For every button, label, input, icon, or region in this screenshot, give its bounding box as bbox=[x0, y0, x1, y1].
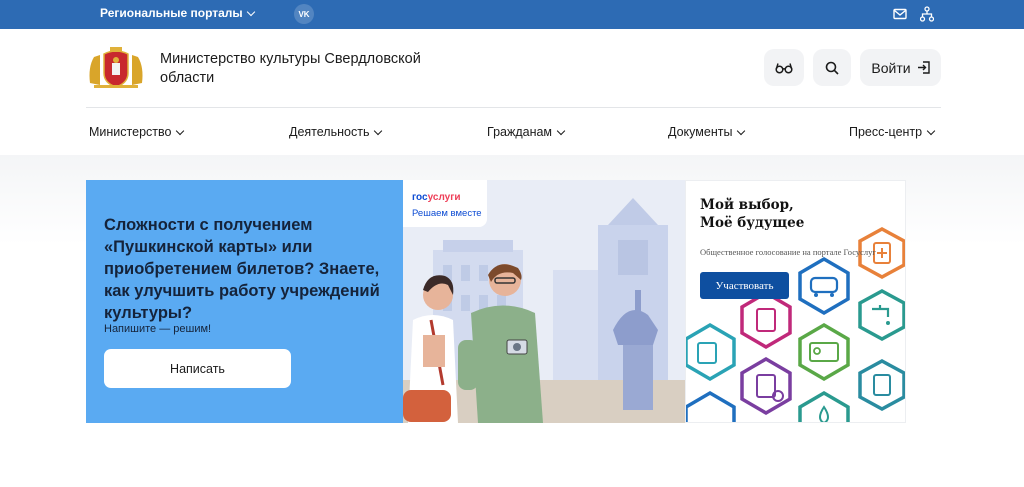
login-icon bbox=[917, 61, 930, 74]
nav-documents[interactable]: Документы bbox=[668, 125, 746, 139]
nav-ministry[interactable]: Министерство bbox=[89, 125, 185, 139]
search-button[interactable] bbox=[813, 49, 851, 86]
regional-portals-label: Региональные порталы bbox=[100, 6, 243, 20]
brand-part2: услуги bbox=[427, 192, 461, 203]
glasses-icon bbox=[775, 62, 793, 74]
nav-label: Документы bbox=[668, 125, 733, 139]
nav-label: Гражданам bbox=[487, 125, 553, 139]
vote-banner: Мой выбор, Моё будущее Общественное голо… bbox=[685, 180, 906, 423]
chevron-down-icon bbox=[737, 126, 746, 135]
login-label: Войти bbox=[871, 59, 911, 76]
gosuslugi-tagline: Решаем вместе bbox=[412, 208, 482, 219]
chevron-down-icon bbox=[926, 126, 936, 135]
nav-activity[interactable]: Деятельность bbox=[289, 125, 383, 139]
chevron-down-icon bbox=[176, 126, 185, 135]
regional-portals-dropdown[interactable]: Региональные порталы bbox=[100, 6, 255, 20]
feedback-subtext: Напишите — решим! bbox=[104, 323, 212, 335]
write-button[interactable]: Написать bbox=[104, 349, 291, 388]
participate-button[interactable]: Участвовать bbox=[700, 272, 789, 299]
coat-of-arms-logo[interactable] bbox=[86, 45, 146, 90]
chevron-down-icon bbox=[374, 126, 383, 135]
chevron-down-icon bbox=[556, 126, 566, 135]
mail-icon[interactable] bbox=[893, 7, 907, 21]
header-divider bbox=[86, 107, 941, 108]
nav-label: Деятельность bbox=[289, 125, 370, 139]
gosuslugi-illustration[interactable]: госуслуги Решаем вместе bbox=[403, 180, 685, 423]
accessibility-button[interactable] bbox=[764, 49, 804, 86]
sitemap-icon[interactable] bbox=[920, 6, 934, 22]
gosuslugi-logo: госуслуги bbox=[412, 192, 461, 203]
vk-label: VK bbox=[298, 9, 310, 19]
feedback-heading: Сложности с получением «Пушкинской карты… bbox=[104, 216, 380, 322]
brand-part1: гос bbox=[412, 192, 428, 203]
site-title[interactable]: Министерство культуры Свердловской облас… bbox=[160, 50, 450, 88]
nav-press-center[interactable]: Пресс-центр bbox=[849, 125, 936, 139]
nav-label: Министерство bbox=[89, 125, 172, 139]
vote-description: Общественное голосование на портале Госу… bbox=[700, 247, 876, 257]
vk-icon[interactable]: VK bbox=[294, 4, 314, 24]
vote-title: Мой выбор, Моё будущее bbox=[700, 197, 805, 231]
top-bar: Региональные порталы VK bbox=[0, 0, 1024, 29]
chevron-down-icon bbox=[246, 7, 255, 16]
search-icon bbox=[825, 61, 839, 75]
nav-citizens[interactable]: Гражданам bbox=[487, 125, 566, 139]
login-button[interactable]: Войти bbox=[860, 49, 941, 86]
feedback-banner: Сложности с получением «Пушкинской карты… bbox=[86, 180, 403, 423]
nav-label: Пресс-центр bbox=[849, 125, 923, 139]
gosuslugi-badge: госуслуги Решаем вместе bbox=[403, 180, 487, 227]
